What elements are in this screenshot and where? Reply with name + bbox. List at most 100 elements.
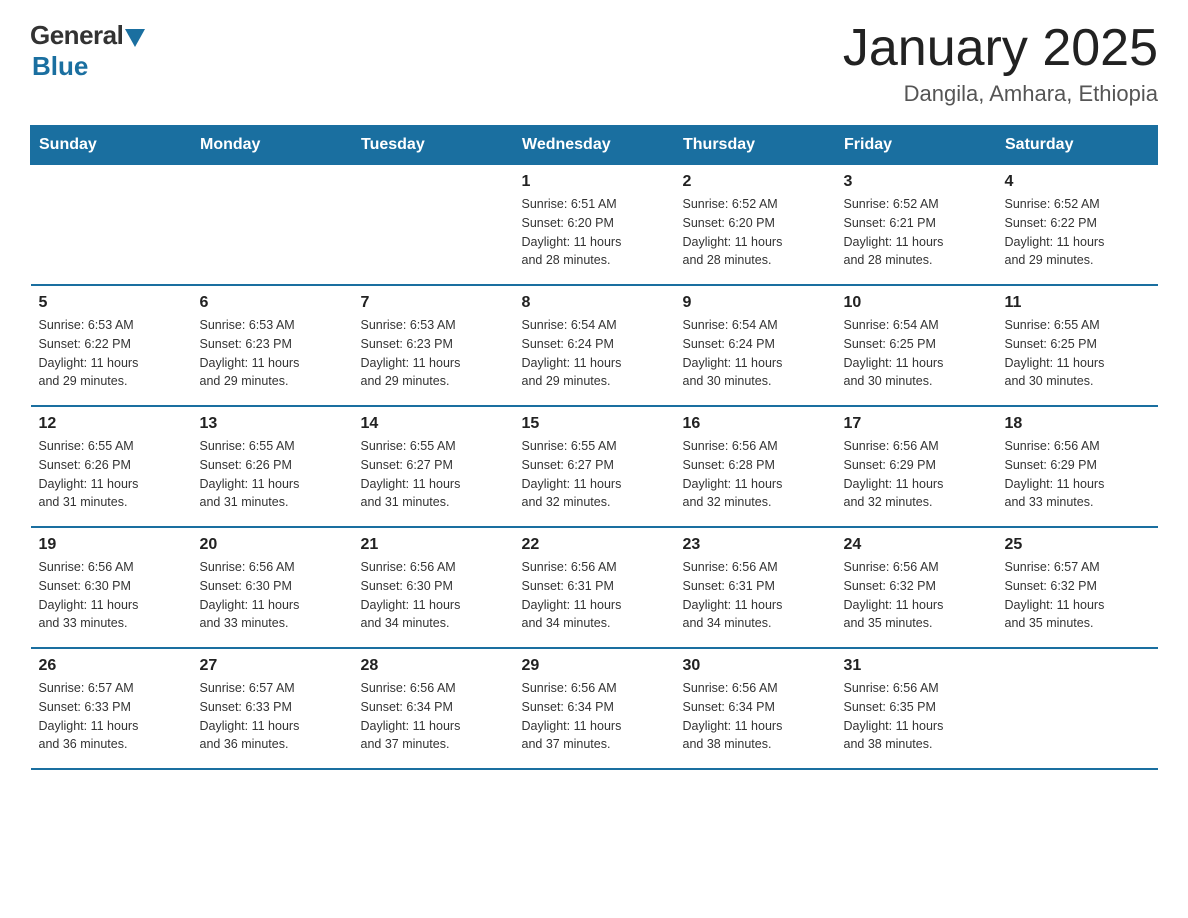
day-info: Sunrise: 6:56 AMSunset: 6:31 PMDaylight:… <box>683 558 828 633</box>
calendar-cell: 30 Sunrise: 6:56 AMSunset: 6:34 PMDayligh… <box>675 648 836 769</box>
day-info: Sunrise: 6:54 AMSunset: 6:25 PMDaylight:… <box>844 316 989 391</box>
calendar-header-sunday: Sunday <box>31 126 192 165</box>
day-number: 29 <box>522 657 667 675</box>
title-section: January 2025 Dangila, Amhara, Ethiopia <box>843 20 1158 107</box>
day-info: Sunrise: 6:56 AMSunset: 6:29 PMDaylight:… <box>844 437 989 512</box>
day-number: 25 <box>1005 536 1150 554</box>
calendar-cell: 11 Sunrise: 6:55 AMSunset: 6:25 PMDayligh… <box>997 285 1158 406</box>
calendar-cell: 26 Sunrise: 6:57 AMSunset: 6:33 PMDayligh… <box>31 648 192 769</box>
calendar-cell: 3 Sunrise: 6:52 AMSunset: 6:21 PMDaylight… <box>836 165 997 286</box>
calendar-cell <box>997 648 1158 769</box>
logo-triangle-icon <box>125 29 145 47</box>
calendar-cell: 19 Sunrise: 6:56 AMSunset: 6:30 PMDayligh… <box>31 527 192 648</box>
calendar-header-saturday: Saturday <box>997 126 1158 165</box>
day-number: 9 <box>683 294 828 312</box>
page-header: General Blue January 2025 Dangila, Amhar… <box>30 20 1158 107</box>
day-info: Sunrise: 6:56 AMSunset: 6:31 PMDaylight:… <box>522 558 667 633</box>
calendar-title: January 2025 <box>843 20 1158 77</box>
logo-blue-text: Blue <box>32 51 88 82</box>
calendar-cell: 31Sunrise: 6:56 AMSunset: 6:35 PMDayligh… <box>836 648 997 769</box>
day-info: Sunrise: 6:56 AMSunset: 6:34 PMDaylight:… <box>522 679 667 754</box>
day-info: Sunrise: 6:54 AMSunset: 6:24 PMDaylight:… <box>522 316 667 391</box>
day-number: 19 <box>39 536 184 554</box>
calendar-week-row: 5Sunrise: 6:53 AMSunset: 6:22 PMDaylight… <box>31 285 1158 406</box>
day-info: Sunrise: 6:51 AMSunset: 6:20 PMDaylight:… <box>522 195 667 270</box>
calendar-cell: 22 Sunrise: 6:56 AMSunset: 6:31 PMDayligh… <box>514 527 675 648</box>
calendar-cell: 16 Sunrise: 6:56 AMSunset: 6:28 PMDayligh… <box>675 406 836 527</box>
calendar-week-row: 1 Sunrise: 6:51 AMSunset: 6:20 PMDaylight… <box>31 165 1158 286</box>
calendar-cell: 6Sunrise: 6:53 AMSunset: 6:23 PMDaylight… <box>192 285 353 406</box>
day-info: Sunrise: 6:56 AMSunset: 6:28 PMDaylight:… <box>683 437 828 512</box>
day-number: 11 <box>1005 294 1150 312</box>
day-info: Sunrise: 6:55 AMSunset: 6:27 PMDaylight:… <box>522 437 667 512</box>
day-number: 13 <box>200 415 345 433</box>
day-info: Sunrise: 6:52 AMSunset: 6:21 PMDaylight:… <box>844 195 989 270</box>
day-number: 1 <box>522 173 667 191</box>
day-number: 27 <box>200 657 345 675</box>
day-number: 14 <box>361 415 506 433</box>
calendar-cell: 17 Sunrise: 6:56 AMSunset: 6:29 PMDayligh… <box>836 406 997 527</box>
day-info: Sunrise: 6:53 AMSunset: 6:22 PMDaylight:… <box>39 316 184 391</box>
day-info: Sunrise: 6:55 AMSunset: 6:26 PMDaylight:… <box>200 437 345 512</box>
day-info: Sunrise: 6:52 AMSunset: 6:20 PMDaylight:… <box>683 195 828 270</box>
day-number: 20 <box>200 536 345 554</box>
calendar-cell: 10 Sunrise: 6:54 AMSunset: 6:25 PMDayligh… <box>836 285 997 406</box>
day-info: Sunrise: 6:53 AMSunset: 6:23 PMDaylight:… <box>361 316 506 391</box>
calendar-cell: 27 Sunrise: 6:57 AMSunset: 6:33 PMDayligh… <box>192 648 353 769</box>
calendar-cell: 25Sunrise: 6:57 AMSunset: 6:32 PMDayligh… <box>997 527 1158 648</box>
day-info: Sunrise: 6:57 AMSunset: 6:33 PMDaylight:… <box>200 679 345 754</box>
day-info: Sunrise: 6:55 AMSunset: 6:26 PMDaylight:… <box>39 437 184 512</box>
day-number: 22 <box>522 536 667 554</box>
calendar-cell: 29 Sunrise: 6:56 AMSunset: 6:34 PMDayligh… <box>514 648 675 769</box>
calendar-cell <box>31 165 192 286</box>
day-info: Sunrise: 6:56 AMSunset: 6:35 PMDaylight:… <box>844 679 989 754</box>
day-info: Sunrise: 6:54 AMSunset: 6:24 PMDaylight:… <box>683 316 828 391</box>
calendar-cell: 7 Sunrise: 6:53 AMSunset: 6:23 PMDaylight… <box>353 285 514 406</box>
day-number: 4 <box>1005 173 1150 191</box>
calendar-week-row: 26 Sunrise: 6:57 AMSunset: 6:33 PMDayligh… <box>31 648 1158 769</box>
day-number: 7 <box>361 294 506 312</box>
logo: General Blue <box>30 20 145 82</box>
calendar-cell: 18 Sunrise: 6:56 AMSunset: 6:29 PMDayligh… <box>997 406 1158 527</box>
calendar-week-row: 12Sunrise: 6:55 AMSunset: 6:26 PMDayligh… <box>31 406 1158 527</box>
day-number: 28 <box>361 657 506 675</box>
calendar-cell: 14Sunrise: 6:55 AMSunset: 6:27 PMDayligh… <box>353 406 514 527</box>
day-info: Sunrise: 6:56 AMSunset: 6:34 PMDaylight:… <box>683 679 828 754</box>
calendar-cell: 28 Sunrise: 6:56 AMSunset: 6:34 PMDayligh… <box>353 648 514 769</box>
calendar-table: SundayMondayTuesdayWednesdayThursdayFrid… <box>30 125 1158 770</box>
day-info: Sunrise: 6:56 AMSunset: 6:30 PMDaylight:… <box>361 558 506 633</box>
calendar-header-row: SundayMondayTuesdayWednesdayThursdayFrid… <box>31 126 1158 165</box>
day-info: Sunrise: 6:56 AMSunset: 6:30 PMDaylight:… <box>39 558 184 633</box>
calendar-cell: 13 Sunrise: 6:55 AMSunset: 6:26 PMDayligh… <box>192 406 353 527</box>
logo-general-text: General <box>30 20 123 51</box>
calendar-cell: 4Sunrise: 6:52 AMSunset: 6:22 PMDaylight… <box>997 165 1158 286</box>
day-number: 2 <box>683 173 828 191</box>
day-number: 18 <box>1005 415 1150 433</box>
day-number: 10 <box>844 294 989 312</box>
calendar-cell: 9 Sunrise: 6:54 AMSunset: 6:24 PMDaylight… <box>675 285 836 406</box>
calendar-cell: 24Sunrise: 6:56 AMSunset: 6:32 PMDayligh… <box>836 527 997 648</box>
calendar-cell: 8Sunrise: 6:54 AMSunset: 6:24 PMDaylight… <box>514 285 675 406</box>
day-number: 26 <box>39 657 184 675</box>
day-number: 3 <box>844 173 989 191</box>
calendar-cell <box>192 165 353 286</box>
calendar-cell: 15Sunrise: 6:55 AMSunset: 6:27 PMDayligh… <box>514 406 675 527</box>
day-number: 17 <box>844 415 989 433</box>
day-info: Sunrise: 6:55 AMSunset: 6:25 PMDaylight:… <box>1005 316 1150 391</box>
calendar-week-row: 19 Sunrise: 6:56 AMSunset: 6:30 PMDayligh… <box>31 527 1158 648</box>
calendar-cell: 5Sunrise: 6:53 AMSunset: 6:22 PMDaylight… <box>31 285 192 406</box>
day-info: Sunrise: 6:56 AMSunset: 6:29 PMDaylight:… <box>1005 437 1150 512</box>
day-info: Sunrise: 6:56 AMSunset: 6:30 PMDaylight:… <box>200 558 345 633</box>
day-number: 23 <box>683 536 828 554</box>
day-number: 30 <box>683 657 828 675</box>
calendar-header-tuesday: Tuesday <box>353 126 514 165</box>
calendar-header-wednesday: Wednesday <box>514 126 675 165</box>
calendar-cell: 21Sunrise: 6:56 AMSunset: 6:30 PMDayligh… <box>353 527 514 648</box>
day-number: 16 <box>683 415 828 433</box>
calendar-header-monday: Monday <box>192 126 353 165</box>
calendar-header-thursday: Thursday <box>675 126 836 165</box>
day-info: Sunrise: 6:56 AMSunset: 6:34 PMDaylight:… <box>361 679 506 754</box>
calendar-cell: 12Sunrise: 6:55 AMSunset: 6:26 PMDayligh… <box>31 406 192 527</box>
day-number: 24 <box>844 536 989 554</box>
day-info: Sunrise: 6:57 AMSunset: 6:33 PMDaylight:… <box>39 679 184 754</box>
